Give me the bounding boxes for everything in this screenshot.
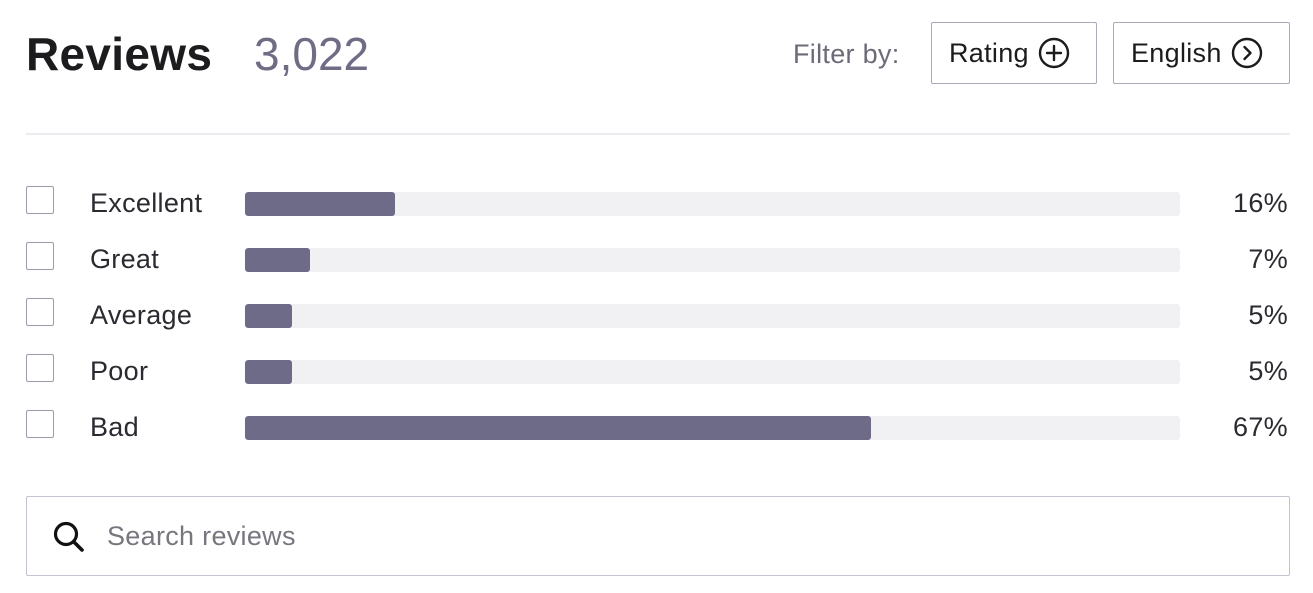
rating-bar-track xyxy=(245,192,1180,216)
rating-row-excellent: Excellent 16% xyxy=(26,178,1290,234)
rating-percent: 67% xyxy=(1233,412,1288,442)
rating-row-poor: Poor 5% xyxy=(26,346,1290,402)
header-divider xyxy=(26,133,1290,135)
rating-row-great: Great 7% xyxy=(26,234,1290,290)
rating-bar-track xyxy=(245,304,1180,328)
rating-percent: 5% xyxy=(1248,300,1288,330)
rating-label: Average xyxy=(90,300,193,330)
rating-label: Bad xyxy=(90,412,139,442)
rating-bar-track xyxy=(245,416,1180,440)
rating-bar-fill xyxy=(245,304,292,328)
reviews-header: Reviews 3,022 Filter by: Rating English xyxy=(26,22,1290,86)
chevron-right-circle-icon xyxy=(1231,37,1263,69)
rating-label: Excellent xyxy=(90,188,203,218)
search-input[interactable] xyxy=(107,515,1267,557)
rating-filter-label: Rating xyxy=(949,38,1029,68)
rating-bar-fill xyxy=(245,360,292,384)
rating-percent: 7% xyxy=(1248,244,1288,274)
search-icon[interactable] xyxy=(51,519,87,555)
average-checkbox[interactable] xyxy=(26,298,54,326)
rating-row-average: Average 5% xyxy=(26,290,1290,346)
rating-bar-track xyxy=(245,360,1180,384)
rating-label: Great xyxy=(90,244,160,274)
page-title: Reviews xyxy=(26,28,213,80)
language-filter-label: English xyxy=(1131,38,1222,68)
search-box xyxy=(26,496,1290,576)
language-filter-button[interactable]: English xyxy=(1113,22,1290,84)
rating-bar-fill xyxy=(245,248,311,272)
great-checkbox[interactable] xyxy=(26,242,54,270)
rating-breakdown: Excellent 16% Great 7% Average 5% Poor 5… xyxy=(26,178,1290,458)
rating-label: Poor xyxy=(90,356,149,386)
rating-percent: 5% xyxy=(1248,356,1288,386)
rating-percent: 16% xyxy=(1233,188,1288,218)
plus-circle-icon xyxy=(1038,37,1070,69)
rating-bar-fill xyxy=(245,192,395,216)
rating-row-bad: Bad 67% xyxy=(26,402,1290,458)
filter-label: Filter by: xyxy=(793,39,900,69)
poor-checkbox[interactable] xyxy=(26,354,54,382)
rating-filter-button[interactable]: Rating xyxy=(931,22,1097,84)
rating-bar-track xyxy=(245,248,1180,272)
excellent-checkbox[interactable] xyxy=(26,186,54,214)
rating-bar-fill xyxy=(245,416,872,440)
review-count: 3,022 xyxy=(254,28,370,80)
bad-checkbox[interactable] xyxy=(26,410,54,438)
